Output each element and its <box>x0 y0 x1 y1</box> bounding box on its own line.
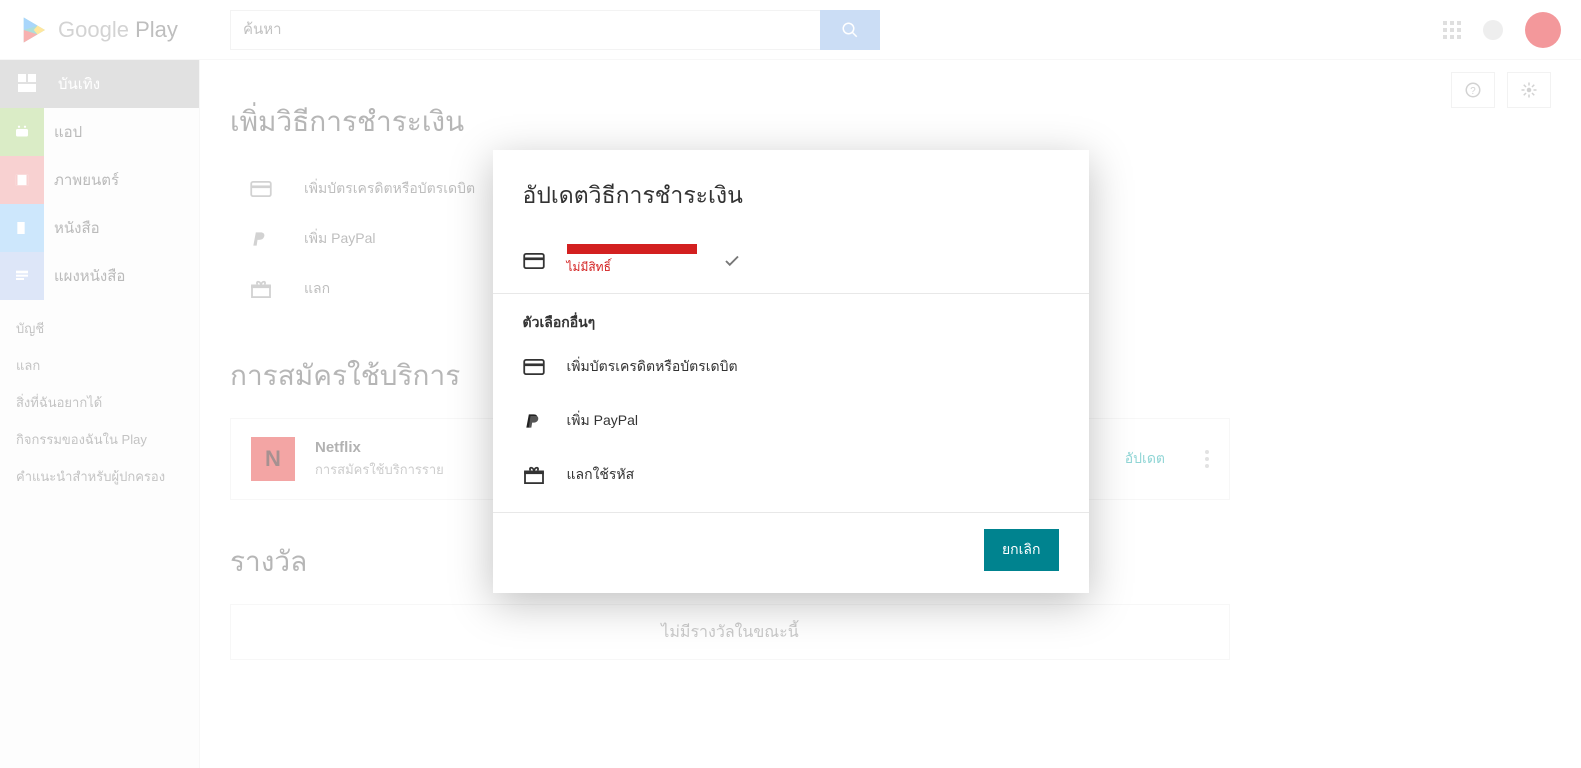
card-icon <box>523 253 545 269</box>
existing-card-row[interactable]: ไม่มีสิทธิ์ <box>493 228 1089 294</box>
gift-icon <box>523 466 545 484</box>
modal-title: อัปเดตวิธีการชำระเงิน <box>493 178 1089 228</box>
option-label: เพิ่มบัตรเครดิตหรือบัตรเดบิต <box>567 356 738 378</box>
update-payment-modal: อัปเดตวิธีการชำระเงิน ไม่มีสิทธิ์ ตัวเลื… <box>493 150 1089 593</box>
check-icon <box>723 252 741 270</box>
option-label: แลกใช้รหัส <box>567 464 635 486</box>
cancel-button[interactable]: ยกเลิก <box>984 529 1059 571</box>
modal-backdrop[interactable]: อัปเดตวิธีการชำระเงิน ไม่มีสิทธิ์ ตัวเลื… <box>0 0 1581 768</box>
redacted-card-number <box>567 244 697 254</box>
option-redeem-code[interactable]: แลกใช้รหัส <box>493 448 1089 502</box>
card-error-text: ไม่มีสิทธิ์ <box>567 258 697 277</box>
option-label: เพิ่ม PayPal <box>567 410 639 432</box>
card-icon <box>523 359 545 375</box>
option-add-card[interactable]: เพิ่มบัตรเครดิตหรือบัตรเดบิต <box>493 340 1089 394</box>
paypal-icon <box>523 411 545 431</box>
option-add-paypal[interactable]: เพิ่ม PayPal <box>493 394 1089 448</box>
other-options-header: ตัวเลือกอื่นๆ <box>493 294 1089 340</box>
